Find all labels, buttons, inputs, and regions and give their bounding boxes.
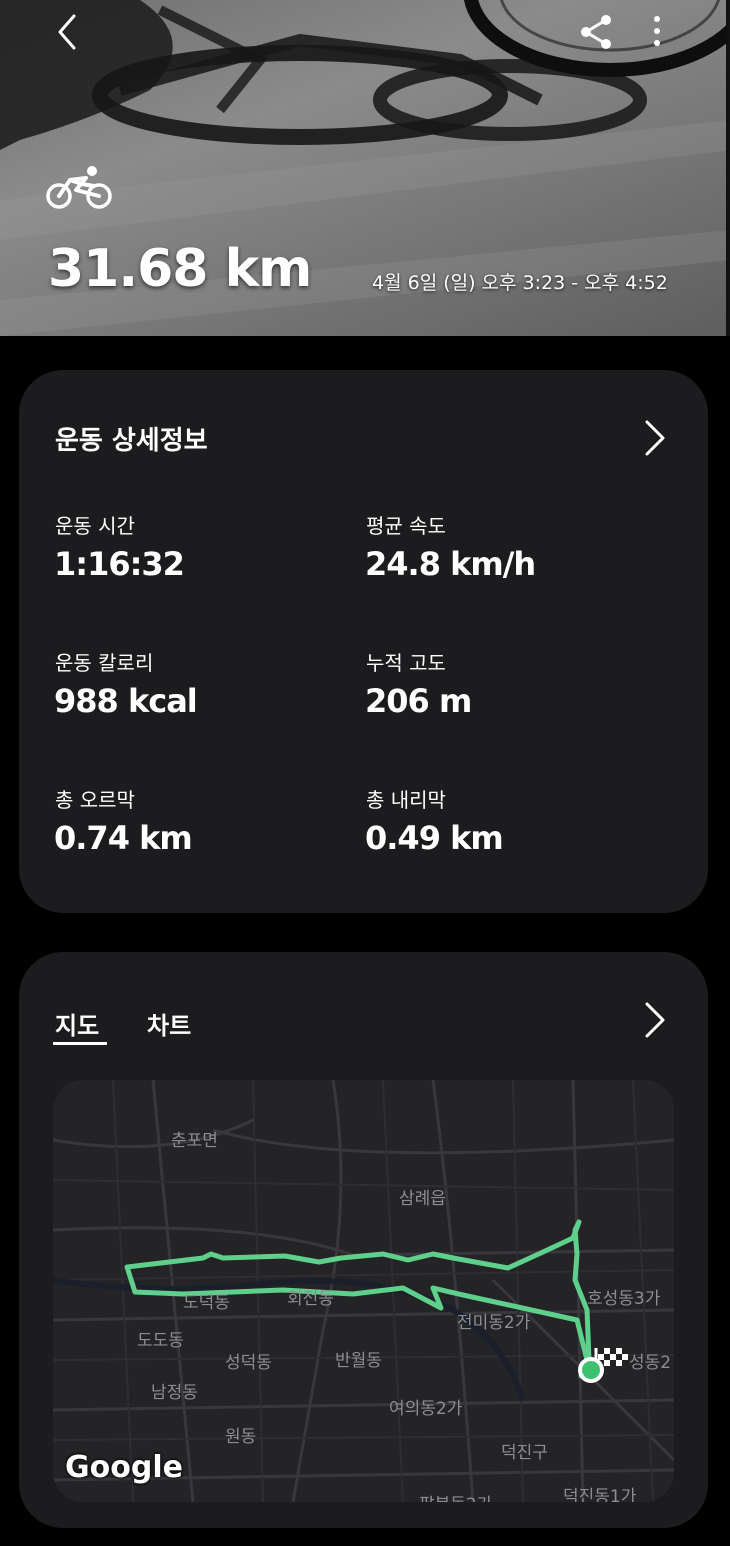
share-icon [581,15,611,49]
stat-label-total-ascent: 총 오르막 [55,788,135,812]
stat-value-total-descent: 0.49 km [365,819,504,857]
details-open-button[interactable] [639,418,669,458]
tab-map[interactable]: 지도 [55,1006,99,1041]
stat-label-avg-speed: 평균 속도 [366,514,446,538]
map-label: 팔복동2가 [419,1490,492,1502]
map-label: 전미동2가 [457,1313,531,1333]
tab-map-indicator [53,1042,107,1045]
map-roads [53,1080,674,1502]
details-title: 운동 상세정보 [55,426,208,456]
chevron-left-icon [58,14,76,50]
map-label: 회전동 [287,1289,334,1309]
cycling-icon [46,166,112,209]
tab-chart[interactable]: 차트 [147,1006,191,1041]
map-label: 반월동 [335,1351,382,1371]
map-label: 춘포면 [171,1131,218,1151]
stat-value-elevation: 206 m [365,682,472,720]
map-label: 여의동2가 [389,1399,463,1419]
stat-label-calories: 운동 칼로리 [55,651,154,675]
stat-label-elevation: 누적 고도 [366,651,446,675]
stat-label-total-descent: 총 내리막 [366,788,446,812]
google-logo: Google [65,1450,183,1485]
map-label: 호성동3가 [587,1289,661,1309]
map-label: 삼례읍 [399,1189,446,1209]
map-chart-card: 지도 차트 춘포면 삼례읍 도덕동 회전동 호성동3가 전미동2가 도도동 성덕… [19,952,708,1528]
map-label: 덕진구 [501,1443,548,1463]
total-distance: 31.68 km [48,239,312,299]
back-button[interactable] [48,12,88,52]
more-vertical-icon [654,16,660,46]
workout-datetime: 4월 6일 (일) 오후 3:23 - 오후 4:52 [372,272,668,294]
map-label: 덕진동1가 [563,1487,637,1502]
map-label: 성동2 [629,1353,672,1373]
share-button[interactable] [574,12,618,52]
stat-label-duration: 운동 시간 [55,514,135,538]
map-label: 도도동 [137,1331,184,1351]
map-label: 성덕동 [225,1353,272,1373]
stat-value-total-ascent: 0.74 km [54,819,193,857]
map-label: 도덕동 [183,1293,230,1313]
map-label: 원동 [225,1427,257,1447]
more-options-button[interactable] [642,12,672,52]
hero-edge [726,0,730,336]
map-open-button[interactable] [639,1000,669,1040]
stat-value-avg-speed: 24.8 km/h [365,545,536,583]
start-marker-icon [578,1357,604,1383]
stat-value-calories: 988 kcal [54,682,198,720]
stat-value-duration: 1:16:32 [54,545,185,583]
chevron-right-icon [645,1002,665,1038]
chevron-right-icon [645,420,665,456]
map-label: 남정동 [151,1383,198,1403]
workout-details-card: 운동 상세정보 운동 시간 1:16:32 평균 속도 24.8 km/h 운동… [19,370,708,913]
hero-banner: 31.68 km 4월 6일 (일) 오후 3:23 - 오후 4:52 [0,0,730,336]
route-map[interactable]: 춘포면 삼례읍 도덕동 회전동 호성동3가 전미동2가 도도동 성덕동 반월동 … [53,1080,674,1502]
